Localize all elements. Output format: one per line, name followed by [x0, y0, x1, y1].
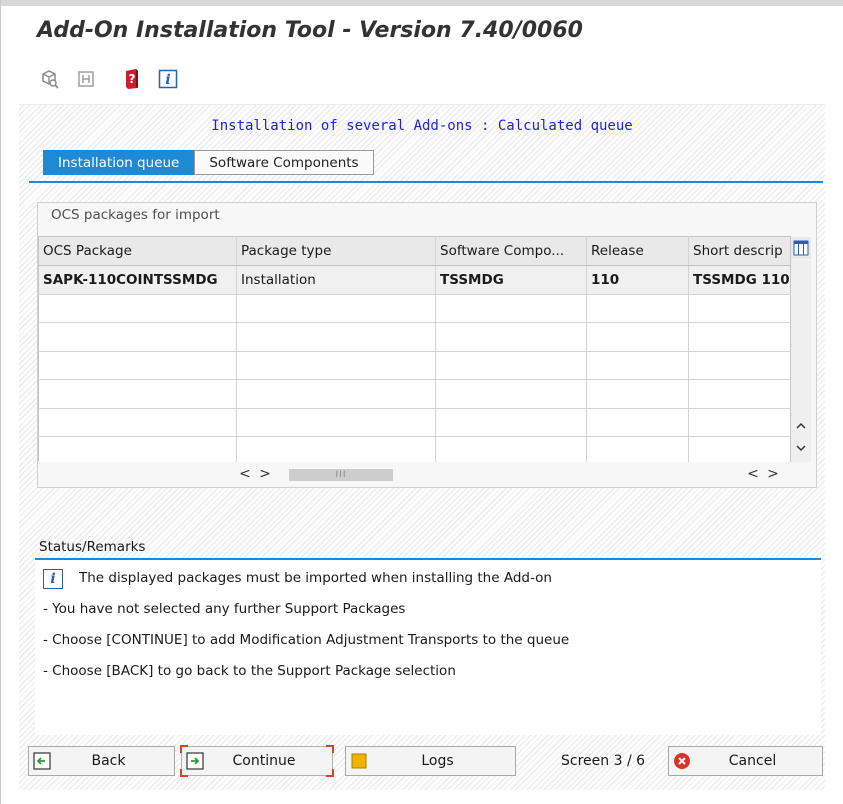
- status-line-1: The displayed packages must be imported …: [79, 570, 552, 586]
- tab-underline: [29, 181, 823, 183]
- column-settings-icon[interactable]: [791, 237, 811, 259]
- empty-table-row[interactable]: [38, 322, 791, 352]
- table-header-row: OCS Package Package type Software Compo.…: [38, 236, 791, 266]
- col-header-software-component[interactable]: Software Compo...: [435, 236, 587, 266]
- col-header-short-description[interactable]: Short descrip: [688, 236, 791, 266]
- packages-group-title: OCS packages for import: [51, 207, 220, 223]
- back-button[interactable]: Back: [28, 746, 175, 776]
- scroll-up-icon[interactable]: [791, 418, 811, 434]
- info-icon[interactable]: i: [155, 66, 181, 92]
- toolbar: ? i: [37, 66, 181, 92]
- logs-button-label: Logs: [421, 753, 454, 769]
- horizontal-scroll-thumb[interactable]: III: [289, 469, 393, 481]
- tab-installation-queue[interactable]: Installation queue: [43, 150, 195, 175]
- horizontal-scrollbar-area: [38, 462, 811, 486]
- col-header-package-type[interactable]: Package type: [236, 236, 436, 266]
- status-line-4: - Choose [BACK] to go back to the Suppor…: [43, 663, 456, 679]
- cell-short-description[interactable]: TSSMDG 110: [688, 265, 791, 295]
- logs-button[interactable]: Logs: [345, 746, 516, 776]
- queue-subtitle: Installation of several Add-ons : Calcul…: [211, 118, 633, 134]
- back-button-label: Back: [91, 753, 126, 769]
- empty-table-row[interactable]: [38, 351, 791, 380]
- help-icon[interactable]: ?: [119, 66, 145, 92]
- cell-release[interactable]: 110: [586, 265, 689, 295]
- status-line-2: - You have not selected any further Supp…: [43, 601, 406, 617]
- cell-software-component[interactable]: TSSMDG: [435, 265, 587, 295]
- empty-table-row[interactable]: [38, 294, 791, 323]
- app-window: Add-On Installation Tool - Version 7.40/…: [0, 0, 843, 804]
- status-title: Status/Remarks: [39, 539, 146, 555]
- top-border: [1, 0, 843, 6]
- cancel-button-label: Cancel: [728, 753, 777, 769]
- package-icon[interactable]: [73, 66, 99, 92]
- svg-text:i: i: [165, 72, 170, 88]
- window-title: Add-On Installation Tool - Version 7.40/…: [37, 18, 583, 43]
- column-scroll-right-icon[interactable]: >: [765, 464, 781, 484]
- empty-table-row[interactable]: [38, 436, 791, 466]
- table-row[interactable]: SAPK-110COINTSSMDG Installation TSSMDG 1…: [38, 265, 791, 295]
- cell-package-type[interactable]: Installation: [236, 265, 436, 295]
- empty-table-row[interactable]: [38, 379, 791, 409]
- screen-indicator: Screen 3 / 6: [561, 753, 646, 769]
- svg-text:?: ?: [129, 72, 136, 86]
- continue-button-label: Continue: [232, 753, 296, 769]
- cell-ocs-package[interactable]: SAPK-110COINTSSMDG: [38, 265, 237, 295]
- empty-table-row[interactable]: [38, 408, 791, 437]
- tab-software-components[interactable]: Software Components: [194, 150, 374, 175]
- status-line-3: - Choose [CONTINUE] to add Modification …: [43, 632, 570, 648]
- scroll-left-icon[interactable]: <: [237, 464, 253, 484]
- tab-strip: Installation queue Software Components: [43, 150, 374, 175]
- col-header-ocs-package[interactable]: OCS Package: [38, 236, 237, 266]
- scroll-down-icon[interactable]: [791, 440, 811, 456]
- cube-search-icon[interactable]: [37, 66, 63, 92]
- column-scroll-left-icon[interactable]: <: [745, 464, 761, 484]
- cancel-button[interactable]: Cancel: [668, 746, 823, 776]
- scroll-right-icon[interactable]: >: [257, 464, 273, 484]
- status-info-icon: i: [43, 569, 63, 589]
- col-header-release[interactable]: Release: [586, 236, 689, 266]
- packages-table: OCS Package Package type Software Compo.…: [38, 236, 791, 466]
- continue-button[interactable]: Continue: [180, 745, 334, 777]
